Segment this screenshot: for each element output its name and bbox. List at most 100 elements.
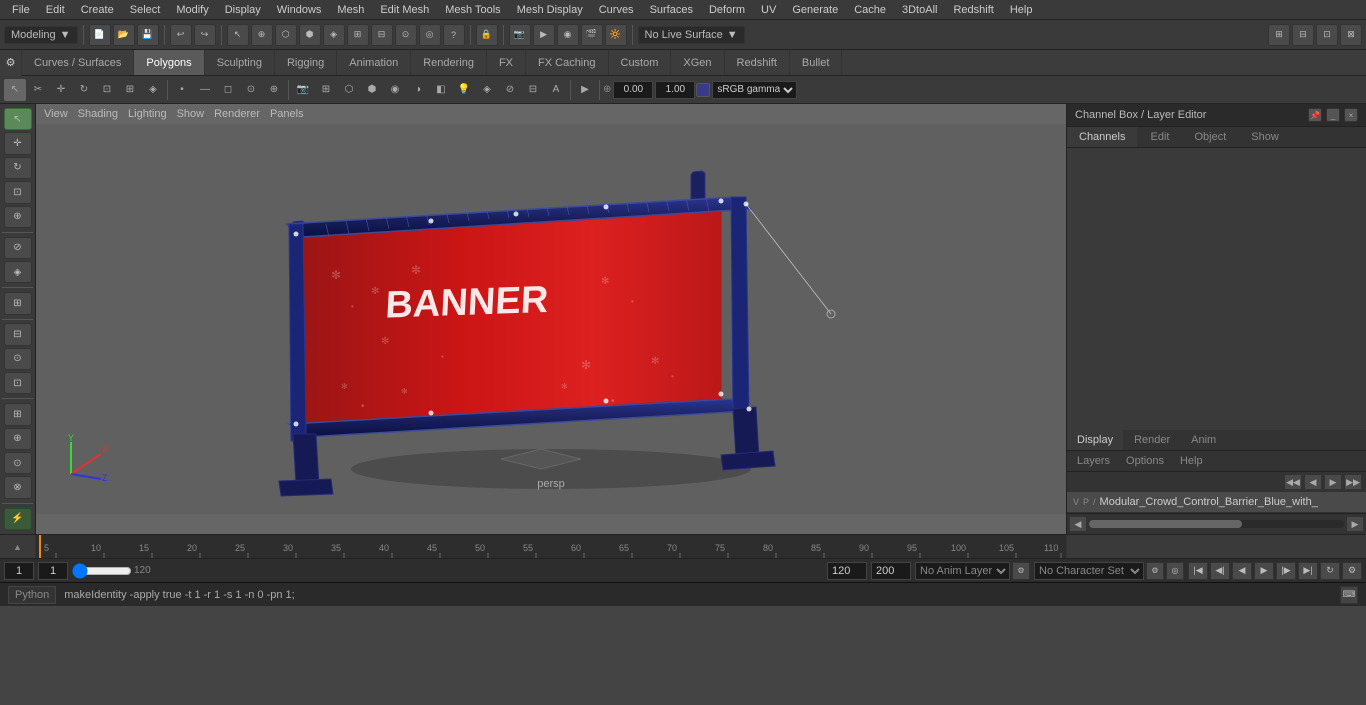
viewport-menu-renderer[interactable]: Renderer — [214, 108, 260, 120]
xray-btn[interactable]: ◈ — [476, 79, 498, 101]
workspace-selector[interactable]: Modeling ▼ — [4, 26, 78, 44]
menu-display[interactable]: Display — [217, 2, 269, 18]
tab-bullet[interactable]: Bullet — [790, 50, 843, 75]
lighting-btn[interactable]: 💡 — [453, 79, 475, 101]
multi-cut-btn[interactable]: ✂ — [27, 79, 49, 101]
rotate-mode-btn[interactable]: ↻ — [4, 157, 32, 179]
tab-rigging[interactable]: Rigging — [275, 50, 337, 75]
paint-mode-btn[interactable]: ◈ — [4, 261, 32, 283]
current-frame-input[interactable] — [38, 562, 68, 580]
layer-move-down-btn[interactable]: ▶▶ — [1344, 474, 1362, 490]
pb-go-start-btn[interactable]: |◀ — [1188, 562, 1208, 580]
menu-create[interactable]: Create — [73, 2, 122, 18]
show-manipulator-btn[interactable]: ⊞ — [4, 292, 32, 314]
live-surface-label-wrapper[interactable]: No Live Surface ▼ — [638, 26, 745, 44]
outliner-left-btn[interactable]: ⊙ — [4, 452, 32, 474]
viewport-menu-shading[interactable]: Shading — [78, 108, 118, 120]
multi-comp-select-btn[interactable]: ⊕ — [263, 79, 285, 101]
menu-surfaces[interactable]: Surfaces — [642, 2, 701, 18]
snap-point-btn[interactable]: ⊙ — [395, 24, 417, 46]
layers-tab-help[interactable]: Help — [1174, 453, 1209, 469]
smooth-btn[interactable]: ⬢ — [361, 79, 383, 101]
python-icon-btn[interactable]: ⌨ — [1340, 586, 1358, 604]
layer-item[interactable]: V P / Modular_Crowd_Control_Barrier_Blue… — [1067, 492, 1366, 513]
anim-layer-select[interactable]: No Anim Layer — [915, 562, 1010, 580]
menu-cache[interactable]: Cache — [846, 2, 894, 18]
menu-uv[interactable]: UV — [753, 2, 784, 18]
snap-surface-left-btn[interactable]: ⊡ — [4, 372, 32, 394]
pb-step-forward-btn[interactable]: |▶ — [1276, 562, 1296, 580]
tab-sculpting[interactable]: Sculpting — [205, 50, 275, 75]
redo-btn[interactable]: ↪ — [194, 24, 216, 46]
grid-toggle-btn[interactable]: ⊞ — [315, 79, 337, 101]
render2-btn[interactable]: 🎬 — [581, 24, 603, 46]
tab-fx-caching[interactable]: FX Caching — [526, 50, 608, 75]
menu-windows[interactable]: Windows — [269, 2, 330, 18]
tab-settings-icon[interactable]: ⚙ — [0, 50, 22, 76]
marquee-btn[interactable]: ⬢ — [299, 24, 321, 46]
char-set-select[interactable]: No Character Set — [1034, 562, 1144, 580]
playback-slider[interactable] — [72, 566, 132, 576]
new-scene-btn[interactable]: 📄 — [89, 24, 111, 46]
viewport-menu-show[interactable]: Show — [177, 108, 205, 120]
undo-btn[interactable]: ↩ — [170, 24, 192, 46]
snap-curve-btn[interactable]: ⊟ — [371, 24, 393, 46]
menu-edit[interactable]: Edit — [38, 2, 73, 18]
layer-move-up-btn[interactable]: ◀◀ — [1284, 474, 1302, 490]
animation-set-btn[interactable]: ⚡ — [4, 508, 32, 530]
disp-tab-render[interactable]: Render — [1124, 430, 1181, 450]
menu-redshift[interactable]: Redshift — [945, 2, 1001, 18]
layers-tab-options[interactable]: Options — [1120, 453, 1170, 469]
tab-fx[interactable]: FX — [487, 50, 526, 75]
tab-polygons[interactable]: Polygons — [134, 50, 204, 75]
scale-tool-btn[interactable]: ⊡ — [96, 79, 118, 101]
ch-tab-edit[interactable]: Edit — [1138, 127, 1182, 147]
modeling-toolkit-left-btn[interactable]: ⊗ — [4, 476, 32, 498]
viewport-canvas[interactable]: BANNER ✻ ✻ • ✻ ✻ • ✻ • ✻ ✻ • ✻ • ✻ — [36, 124, 1066, 514]
scale-mode-btn[interactable]: ⊡ — [4, 181, 32, 203]
disp-tab-display[interactable]: Display — [1067, 430, 1124, 450]
tab-redshift[interactable]: Redshift — [725, 50, 790, 75]
select-btn[interactable]: ↖ — [227, 24, 249, 46]
panel-minimize-btn[interactable]: _ — [1326, 108, 1340, 122]
camera-btn[interactable]: 📷 — [292, 79, 314, 101]
layer-scroll-left-btn[interactable]: ◀ — [1069, 516, 1087, 532]
frame-start-input[interactable] — [4, 562, 34, 580]
menu-file[interactable]: File — [4, 2, 38, 18]
attribute-editor-left-btn[interactable]: ⊕ — [4, 428, 32, 450]
select-mode-btn[interactable]: ↖ — [4, 108, 32, 130]
transform-y-input[interactable] — [655, 81, 695, 99]
soft-select-btn[interactable]: ◈ — [323, 24, 345, 46]
uvs-select-btn[interactable]: ⊙ — [240, 79, 262, 101]
tab-custom[interactable]: Custom — [609, 50, 672, 75]
lock-btn[interactable]: 🔒 — [476, 24, 498, 46]
menu-modify[interactable]: Modify — [168, 2, 216, 18]
tab-xgen[interactable]: XGen — [671, 50, 724, 75]
ruler[interactable]: 5 10 15 20 25 30 35 40 45 50 5 — [36, 535, 1066, 558]
pb-step-back-btn[interactable]: ◀| — [1210, 562, 1230, 580]
layer-prev-btn[interactable]: ◀ — [1304, 474, 1322, 490]
layer-scroll-track[interactable] — [1089, 520, 1344, 528]
pb-loop-btn[interactable]: ↻ — [1320, 562, 1340, 580]
menu-curves[interactable]: Curves — [591, 2, 642, 18]
tab-curves-surfaces[interactable]: Curves / Surfaces — [22, 50, 134, 75]
move-tool-btn[interactable]: ✛ — [50, 79, 72, 101]
layout-btn-4[interactable]: ⊠ — [1340, 24, 1362, 46]
universal-manip-btn[interactable]: ⊞ — [119, 79, 141, 101]
render3-btn[interactable]: 🔆 — [605, 24, 627, 46]
lasso-mode-btn[interactable]: ⊘ — [4, 237, 32, 259]
tab-animation[interactable]: Animation — [337, 50, 411, 75]
ch-tab-object[interactable]: Object — [1182, 127, 1239, 147]
select-tool-btn[interactable]: ↖ — [4, 79, 26, 101]
menu-help[interactable]: Help — [1002, 2, 1041, 18]
layer-next-btn[interactable]: ▶ — [1324, 474, 1342, 490]
edge-select-btn[interactable]: — — [194, 79, 216, 101]
open-scene-btn[interactable]: 📂 — [113, 24, 135, 46]
ipr-btn[interactable]: ◉ — [557, 24, 579, 46]
menu-deform[interactable]: Deform — [701, 2, 753, 18]
move-mode-btn[interactable]: ✛ — [4, 132, 32, 154]
snap-grid-left-btn[interactable]: ⊟ — [4, 323, 32, 345]
question-btn[interactable]: ? — [443, 24, 465, 46]
layout-btn-3[interactable]: ⊡ — [1316, 24, 1338, 46]
viewport-menu-view[interactable]: View — [44, 108, 68, 120]
